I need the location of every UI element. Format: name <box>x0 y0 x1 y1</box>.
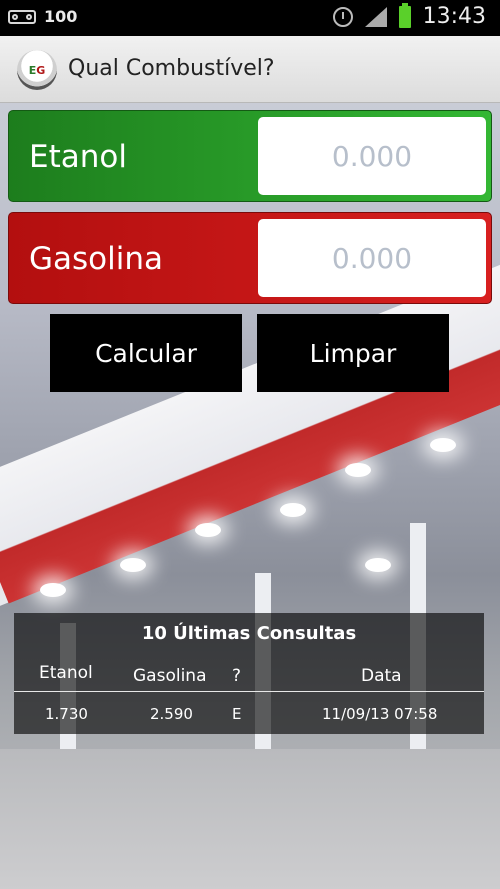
alarm-icon <box>332 6 353 27</box>
row-date-value: 11/09/13 07:58 <box>322 705 438 723</box>
row-etanol-value: 1.730 <box>45 705 88 723</box>
canopy-light <box>40 583 66 597</box>
etanol-price-input[interactable] <box>258 117 486 195</box>
status-right: 13:43 <box>332 2 486 29</box>
history-title: 10 Últimas Consultas <box>141 623 357 644</box>
canopy-light <box>345 463 371 477</box>
column-header-result: ? <box>232 666 242 686</box>
canopy-light <box>120 558 146 572</box>
signal-icon <box>364 6 387 27</box>
app-logo-icon[interactable]: E G <box>17 50 57 90</box>
gasolina-price-input[interactable] <box>258 219 486 297</box>
column-header-date: Data <box>361 666 402 686</box>
etanol-label: Etanol <box>29 139 127 175</box>
app-title: Qual Combustível? <box>68 56 275 81</box>
status-left: 100 <box>8 7 77 26</box>
calculate-button[interactable]: Calcular <box>50 314 242 392</box>
column-header-gasolina: Gasolina <box>133 666 207 686</box>
row-result-value: E <box>232 705 242 723</box>
gasolina-label: Gasolina <box>29 241 164 277</box>
etanol-panel: Etanol <box>8 110 492 202</box>
status-time: 13:43 <box>422 4 486 29</box>
voicemail-icon <box>8 9 36 24</box>
logo-letter-e: E <box>28 63 37 77</box>
action-bar: E G Qual Combustível? <box>0 36 500 103</box>
ground <box>0 749 500 889</box>
status-bar: 100 13:43 <box>0 0 500 36</box>
column-header-etanol: Etanol <box>39 663 93 683</box>
history-table: 10 Últimas Consultas Etanol Gasolina ? D… <box>14 613 484 734</box>
logo-letter-g: G <box>36 63 46 77</box>
clear-button[interactable]: Limpar <box>257 314 449 392</box>
canopy-light <box>195 523 221 537</box>
battery-level-text: 100 <box>44 7 78 26</box>
canopy-light <box>365 558 391 572</box>
battery-icon <box>398 2 411 28</box>
gasolina-panel: Gasolina <box>8 212 492 304</box>
row-gasolina-value: 2.590 <box>150 705 193 723</box>
canopy-light <box>280 503 306 517</box>
canopy-light <box>430 438 456 452</box>
history-divider <box>14 691 484 692</box>
